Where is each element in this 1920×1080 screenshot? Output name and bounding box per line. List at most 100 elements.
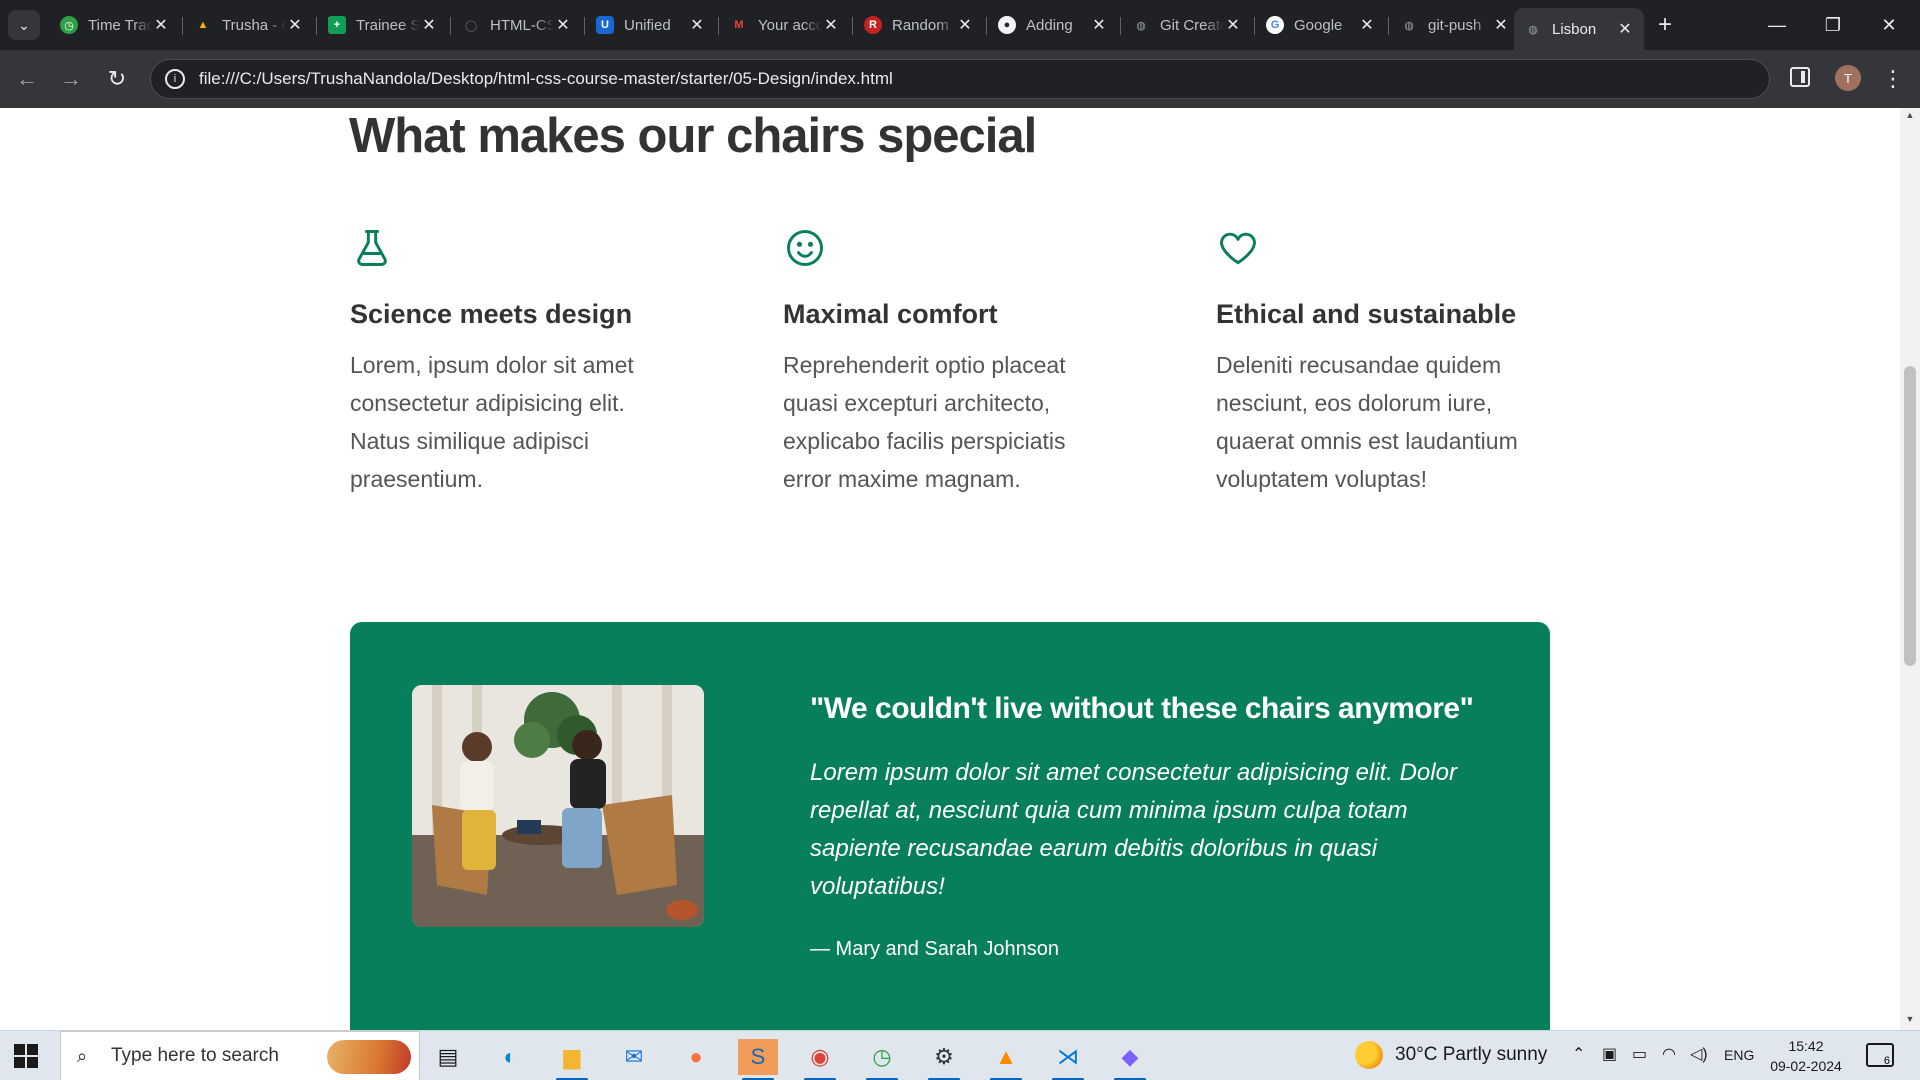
close-icon[interactable]: ✕ xyxy=(1090,15,1108,35)
customers-photo-illustration xyxy=(412,685,704,927)
scrollbar-thumb[interactable] xyxy=(1904,366,1916,666)
globe-icon: ◍ xyxy=(1136,19,1146,32)
tab-title: HTML-CSS xyxy=(490,16,554,34)
globe-icon: ◍ xyxy=(1528,23,1538,36)
meet-now-icon[interactable]: ▣ xyxy=(1602,1044,1617,1064)
scroll-down-arrow-icon[interactable]: ▼ xyxy=(1900,1014,1920,1028)
battery-icon[interactable]: ▭ xyxy=(1632,1044,1647,1064)
windows-logo-icon xyxy=(14,1044,25,1055)
reload-button[interactable]: ↻ xyxy=(102,64,132,94)
clock-date: 09-02-2024 xyxy=(1770,1058,1842,1074)
tab-title: Lisbon xyxy=(1552,20,1597,38)
close-icon[interactable]: ✕ xyxy=(822,15,840,35)
vlc-icon[interactable]: ▲ xyxy=(986,1039,1026,1080)
tab-html-css[interactable]: ◯ HTML-CSS ✕ xyxy=(452,8,582,42)
close-icon[interactable]: ✕ xyxy=(554,15,572,35)
tab-title: Google xyxy=(1294,16,1343,34)
google-icon: G xyxy=(1266,16,1284,34)
feature-text: Reprehenderit optio placeat quasi except… xyxy=(783,352,1066,492)
search-highlight-image xyxy=(327,1040,411,1074)
info-icon[interactable]: i xyxy=(165,69,185,89)
testimonial-author: — Mary and Sarah Johnson xyxy=(810,938,1060,960)
volume-icon[interactable]: ◁) xyxy=(1690,1044,1708,1064)
google-drive-icon: ▲ xyxy=(197,19,209,31)
windows-logo-icon xyxy=(14,1057,25,1068)
menu-icon[interactable]: ⋮ xyxy=(1880,64,1906,94)
minimize-icon: — xyxy=(1768,14,1786,35)
mail-icon[interactable]: ✉ xyxy=(614,1039,654,1075)
tab-git-create[interactable]: ◍ Git Create ✕ xyxy=(1122,8,1252,42)
close-icon[interactable]: ✕ xyxy=(286,15,304,35)
tab-title: Trusha - Google Drive xyxy=(222,16,286,34)
tab-separator xyxy=(986,17,987,35)
close-icon[interactable]: ✕ xyxy=(688,15,706,35)
tab-time-tracker[interactable]: ◷ Time Tracker ✕ xyxy=(50,8,180,42)
feature-card: Maximal comfort Reprehenderit optio plac… xyxy=(783,226,1163,498)
close-icon[interactable]: ✕ xyxy=(420,15,438,35)
new-tab-button[interactable]: + xyxy=(1650,10,1680,40)
close-icon[interactable]: ✕ xyxy=(1492,15,1510,35)
show-hidden-icons-button[interactable]: ⌃ xyxy=(1572,1044,1585,1064)
tab-title: Time Tracker xyxy=(88,16,152,34)
heart-icon xyxy=(1220,232,1256,265)
testimonial-section: "We couldn't live without these chairs a… xyxy=(350,622,1550,1030)
tab-git-push[interactable]: ◍ git-push ✕ xyxy=(1390,8,1520,42)
wifi-icon[interactable]: ◠ xyxy=(1662,1044,1676,1064)
tab-adding[interactable]: ● Adding ✕ xyxy=(988,8,1118,42)
notification-count: 6 xyxy=(1883,1055,1890,1067)
close-window-button[interactable]: ✕ xyxy=(1866,8,1912,42)
search-icon: ⌕ xyxy=(77,1046,88,1066)
restore-button[interactable]: ❐ xyxy=(1810,8,1856,42)
page-scrollbar[interactable]: ▲ ▼ xyxy=(1900,108,1920,1030)
tab-google[interactable]: G Google ✕ xyxy=(1256,8,1386,42)
close-icon[interactable]: ✕ xyxy=(1358,15,1376,35)
edge-icon[interactable]: ◐ xyxy=(490,1039,530,1075)
notification-center-icon[interactable]: 6 xyxy=(1866,1043,1894,1067)
feature-title: Science meets design xyxy=(350,299,633,329)
vscode-icon[interactable]: ⋊ xyxy=(1048,1039,1088,1080)
back-button[interactable]: ← xyxy=(12,64,42,94)
language-indicator[interactable]: ENG xyxy=(1724,1047,1754,1063)
tab-separator xyxy=(1388,17,1389,35)
firefox-icon[interactable]: ● xyxy=(676,1039,716,1075)
file-explorer-icon[interactable]: ▆ xyxy=(552,1039,592,1080)
tab-title: Your account xyxy=(758,16,822,34)
skype-icon[interactable]: S xyxy=(738,1039,778,1080)
close-icon[interactable]: ✕ xyxy=(152,15,170,35)
git-client-icon[interactable]: ◆ xyxy=(1110,1039,1150,1080)
scroll-up-arrow-icon[interactable]: ▲ xyxy=(1900,110,1920,124)
settings-icon[interactable]: ⚙ xyxy=(924,1039,964,1080)
tab-unified[interactable]: U Unified ✕ xyxy=(586,8,716,42)
testimonial-photo xyxy=(412,685,704,927)
close-icon[interactable]: ✕ xyxy=(956,15,974,35)
feature-title: Maximal comfort xyxy=(783,299,998,329)
profile-avatar[interactable]: T xyxy=(1835,65,1861,91)
globe-icon: ◍ xyxy=(1404,19,1414,32)
time-tracker-icon[interactable]: ◷ xyxy=(862,1039,902,1080)
close-icon[interactable]: ✕ xyxy=(1616,19,1634,39)
arrow-right-icon: → xyxy=(60,66,82,91)
tab-trainee-sheet[interactable]: + Trainee Sheet ✕ xyxy=(318,8,448,42)
tab-google-drive[interactable]: ▲ Trusha - Google Drive ✕ xyxy=(184,8,314,42)
forward-button[interactable]: → xyxy=(56,64,86,94)
tab-search-button[interactable]: ⌄ xyxy=(8,10,40,40)
task-view-icon[interactable]: ▤ xyxy=(428,1039,468,1075)
system-clock[interactable]: 15:42 09-02-2024 xyxy=(1766,1036,1846,1076)
side-panel-icon[interactable] xyxy=(1790,67,1810,87)
tab-strip: ⌄ ◷ Time Tracker ✕ ▲ Trusha - Google Dri… xyxy=(0,0,1920,50)
taskbar-search-box[interactable]: ⌕ Type here to search xyxy=(60,1031,420,1080)
close-icon[interactable]: ✕ xyxy=(1224,15,1242,35)
start-button[interactable] xyxy=(14,1044,38,1068)
close-icon: ✕ xyxy=(1881,14,1897,35)
chrome-icon[interactable]: ◉ xyxy=(800,1039,840,1080)
weather-widget[interactable]: 30°C Partly sunny xyxy=(1355,1041,1547,1069)
url-text[interactable]: file:///C:/Users/TrushaNandola/Desktop/h… xyxy=(199,69,893,89)
feature-title: Ethical and sustainable xyxy=(1216,299,1517,329)
address-bar[interactable]: i file:///C:/Users/TrushaNandola/Desktop… xyxy=(150,59,1770,99)
tab-gmail[interactable]: M Your account ✕ xyxy=(720,8,850,42)
tab-random[interactable]: R Random ✕ xyxy=(854,8,984,42)
search-placeholder: Type here to search xyxy=(111,1045,279,1066)
minimize-button[interactable]: — xyxy=(1754,8,1800,42)
tab-separator xyxy=(450,17,451,35)
tab-lisbon-active[interactable]: ◍ Lisbon ✕ xyxy=(1514,8,1644,50)
